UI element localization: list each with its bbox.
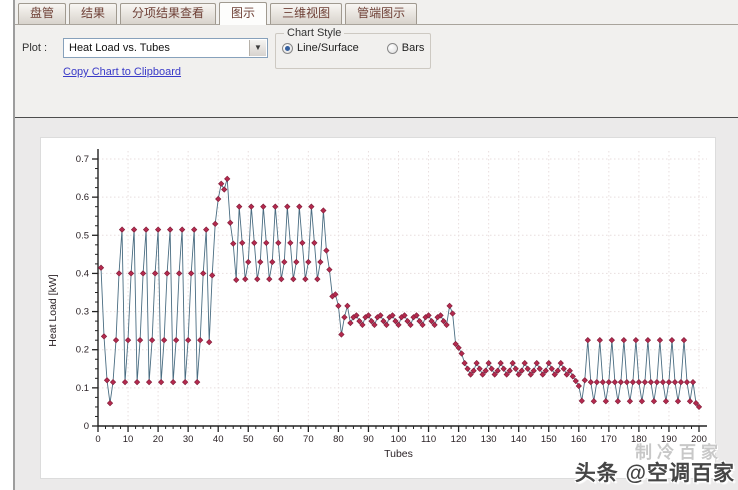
copy-chart-link[interactable]: Copy Chart to Clipboard — [63, 66, 181, 78]
plot-select-value: Heat Load vs. Tubes — [69, 42, 170, 54]
chart-style-title: Chart Style — [287, 27, 342, 39]
radio-line-surface-label: Line/Surface — [297, 42, 359, 54]
svg-text:0.3: 0.3 — [76, 307, 89, 318]
svg-text:Tubes: Tubes — [384, 448, 413, 460]
heat-load-chart: 0 10 20 30 40 50 60 70 80 90 100 110 120 130 140 150 160… — [47, 149, 707, 460]
svg-text:90: 90 — [363, 434, 374, 445]
svg-text:140: 140 — [511, 434, 527, 445]
tab-3d-view[interactable]: 三维视图 — [270, 3, 343, 24]
svg-text:200: 200 — [691, 434, 707, 445]
svg-text:0.7: 0.7 — [76, 154, 89, 165]
coil-simulation-window: 盘管 结果 分项结果查看 图示 三维视图 管端图示 Plot : Heat Lo… — [0, 0, 738, 490]
chevron-down-icon[interactable]: ▼ — [249, 40, 266, 56]
radio-line-surface[interactable]: Line/Surface — [282, 42, 359, 54]
svg-text:20: 20 — [153, 434, 164, 445]
tab-chart[interactable]: 图示 — [219, 2, 268, 25]
svg-text:160: 160 — [571, 434, 587, 445]
svg-text:130: 130 — [481, 434, 497, 445]
svg-text:190: 190 — [661, 434, 677, 445]
radio-bars[interactable]: Bars — [386, 42, 425, 54]
svg-text:0.6: 0.6 — [76, 192, 89, 203]
tab-results[interactable]: 结果 — [69, 3, 118, 24]
toolbar-divider — [15, 117, 738, 118]
plot-label: Plot : — [22, 42, 48, 54]
chart-toolbar: Plot : Heat Load vs. Tubes ▼ Copy Chart … — [15, 25, 738, 117]
tab-tube-end-diagram[interactable]: 管端图示 — [345, 3, 418, 24]
chart-content-area: 0 10 20 30 40 50 60 70 80 90 100 110 120 130 140 150 160… — [15, 118, 738, 490]
svg-text:110: 110 — [421, 434, 436, 445]
svg-text:70: 70 — [303, 434, 314, 445]
tab-coil[interactable]: 盘管 — [18, 3, 67, 24]
svg-text:150: 150 — [541, 434, 557, 445]
chart-panel: 0 10 20 30 40 50 60 70 80 90 100 110 120 130 140 150 160… — [40, 137, 716, 479]
radio-button-icon[interactable] — [386, 42, 398, 54]
tab-detailed-results[interactable]: 分项结果查看 — [120, 3, 217, 24]
svg-text:80: 80 — [333, 434, 344, 445]
svg-text:170: 170 — [601, 434, 617, 445]
svg-text:120: 120 — [451, 434, 467, 445]
svg-text:30: 30 — [183, 434, 194, 445]
svg-text:60: 60 — [273, 434, 284, 445]
chart-style-group: Chart Style Line/Surface Bars — [275, 27, 432, 69]
svg-text:0.1: 0.1 — [76, 383, 89, 394]
svg-text:0.5: 0.5 — [76, 230, 89, 241]
svg-text:10: 10 — [123, 434, 134, 445]
left-frame-strip — [0, 0, 15, 490]
svg-text:100: 100 — [391, 434, 407, 445]
plot-select[interactable]: Heat Load vs. Tubes ▼ — [63, 38, 268, 58]
svg-text:50: 50 — [243, 434, 254, 445]
svg-text:0: 0 — [95, 434, 100, 445]
svg-text:40: 40 — [213, 434, 224, 445]
svg-text:0.4: 0.4 — [76, 268, 89, 279]
radio-bars-label: Bars — [401, 42, 425, 54]
svg-text:180: 180 — [631, 434, 647, 445]
svg-text:0.2: 0.2 — [76, 345, 89, 356]
tab-strip: 盘管 结果 分项结果查看 图示 三维视图 管端图示 — [15, 0, 738, 25]
radio-button-icon[interactable] — [282, 42, 293, 54]
svg-text:Heat Load [kW]: Heat Load [kW] — [47, 274, 59, 346]
svg-text:0: 0 — [84, 421, 89, 432]
